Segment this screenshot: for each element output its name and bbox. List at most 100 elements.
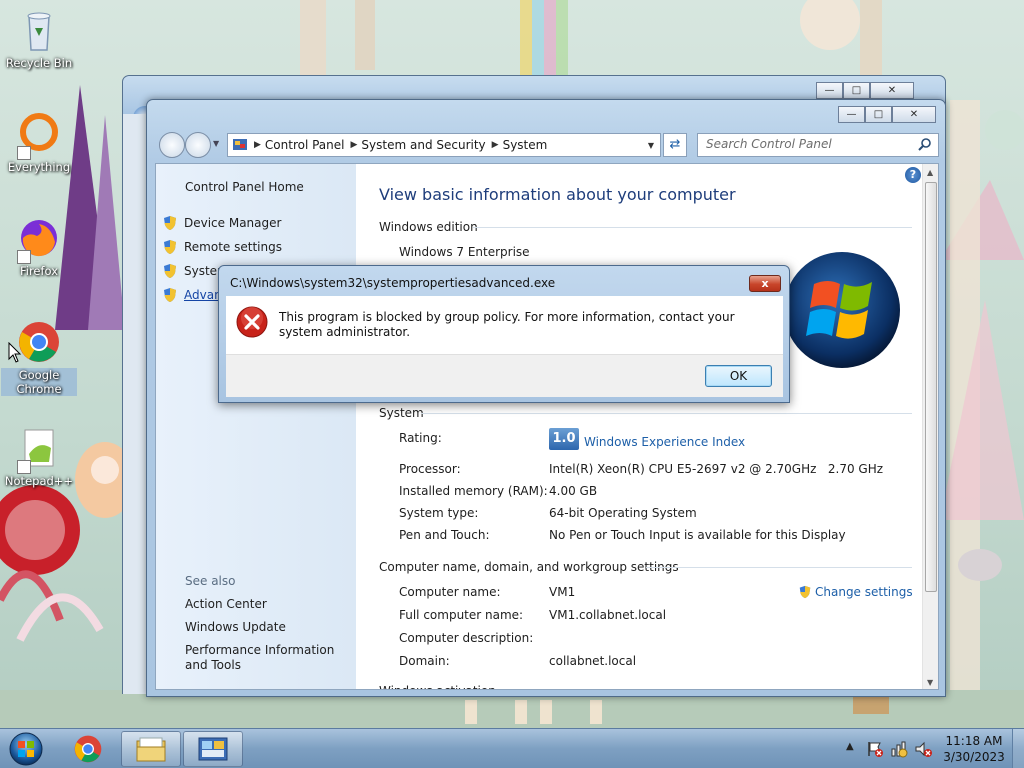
windows-edition-heading: Windows edition xyxy=(379,220,478,234)
windows-activation-heading: Windows activation xyxy=(379,682,496,689)
change-settings-link[interactable]: Change settings xyxy=(798,585,913,599)
computer-name-value: VM1 xyxy=(549,585,576,599)
shortcut-arrow-icon xyxy=(17,460,31,474)
everything-icon xyxy=(15,110,63,160)
desktop-icon-label: Notepad++ xyxy=(4,474,74,488)
control-panel-home-link[interactable]: Control Panel Home xyxy=(185,180,304,194)
shortcut-arrow-icon xyxy=(17,146,31,160)
full-computer-name-label: Full computer name: xyxy=(399,608,524,622)
maximize-button[interactable]: □ xyxy=(865,106,892,123)
address-bar[interactable]: ▶ Control Panel ▶ System and Security ▶ … xyxy=(227,133,661,157)
pen-touch-value: No Pen or Touch Input is available for t… xyxy=(549,528,846,542)
back-maximize-button[interactable]: □ xyxy=(843,82,870,99)
content-area: Control Panel Home Device Manager Remote… xyxy=(155,163,939,690)
background-window-body xyxy=(122,114,148,694)
shield-icon xyxy=(164,264,176,278)
back-arrow-button[interactable] xyxy=(159,132,185,158)
group-policy-error-dialog[interactable]: C:\Windows\system32\systempropertiesadva… xyxy=(218,265,790,403)
control-panel-icon xyxy=(233,139,247,150)
pen-touch-label: Pen and Touch: xyxy=(399,528,490,542)
refresh-button[interactable]: ⇄ xyxy=(663,133,687,157)
clock-time[interactable]: 11:18 AM xyxy=(940,734,1008,748)
computer-description-label: Computer description: xyxy=(399,631,534,645)
action-center-link[interactable]: Action Center xyxy=(185,597,355,612)
desktop-icon-notepad-plus-plus[interactable]: Notepad++ xyxy=(1,424,77,488)
clock-date[interactable]: 3/30/2023 xyxy=(940,750,1008,764)
error-icon xyxy=(236,306,268,338)
performance-information-link[interactable]: Performance Information and Tools xyxy=(185,643,355,673)
dialog-body: This program is blocked by group policy.… xyxy=(226,296,783,354)
dialog-title: C:\Windows\system32\systempropertiesadva… xyxy=(230,276,556,290)
processor-value: Intel(R) Xeon(R) CPU E5-2697 v2 @ 2.70GH… xyxy=(549,462,884,476)
minimize-button[interactable]: — xyxy=(838,106,865,123)
search-icon[interactable] xyxy=(918,137,932,151)
forward-arrow-button[interactable] xyxy=(185,132,211,158)
back-window-controls: — □ ✕ xyxy=(816,82,914,99)
section-divider xyxy=(421,413,912,414)
breadcrumb-control-panel[interactable]: Control Panel xyxy=(265,138,345,152)
desktop-icon-label: Recycle Bin xyxy=(5,56,73,70)
shield-icon xyxy=(799,585,811,599)
system-heading: System xyxy=(379,406,424,420)
address-dropdown-icon[interactable]: ▼ xyxy=(648,141,654,150)
domain-label: Domain: xyxy=(399,654,450,668)
windows-edition-value: Windows 7 Enterprise xyxy=(399,245,530,259)
window-controls: — □ ✕ xyxy=(838,106,936,123)
show-desktop-button[interactable] xyxy=(1012,729,1024,768)
windows-update-link[interactable]: Windows Update xyxy=(185,620,355,635)
windows-experience-index-link[interactable]: Windows Experience Index xyxy=(584,435,745,449)
search-input[interactable]: Search Control Panel xyxy=(697,133,939,157)
show-hidden-icons-chevron-icon[interactable]: ▲ xyxy=(846,741,854,752)
shortcut-arrow-icon xyxy=(17,250,31,264)
section-divider xyxy=(646,567,912,568)
domain-value: collabnet.local xyxy=(549,654,637,668)
desktop-icon-label: Everything xyxy=(7,160,71,174)
recent-pages-chevron-icon[interactable]: ▼ xyxy=(213,139,219,148)
taskbar: ▲ 11:18 AM 3/30/2023 xyxy=(0,728,1024,768)
control-panel-icon xyxy=(198,737,228,761)
firefox-icon xyxy=(15,214,63,264)
desktop-icon-everything[interactable]: Everything xyxy=(1,110,77,174)
navigation-bar: ▼ ▶ Control Panel ▶ System and Security … xyxy=(155,130,939,160)
start-button[interactable] xyxy=(4,730,48,768)
volume-muted-icon[interactable] xyxy=(914,740,932,758)
back-minimize-button[interactable]: — xyxy=(816,82,843,99)
wei-score-badge: 1.0 xyxy=(549,428,579,450)
breadcrumb-system[interactable]: System xyxy=(503,138,548,152)
windows-logo-icon xyxy=(784,252,900,368)
ok-button[interactable]: OK xyxy=(705,365,772,387)
scroll-up-arrow-icon[interactable]: ▲ xyxy=(927,168,933,177)
link-label: Device Manager xyxy=(184,216,282,230)
memory-value: 4.00 GB xyxy=(549,484,598,498)
computer-name-heading: Computer name, domain, and workgroup set… xyxy=(379,560,679,574)
desktop-icon-recycle-bin[interactable]: Recycle Bin xyxy=(1,6,77,70)
remote-settings-link[interactable]: Remote settings xyxy=(162,239,282,255)
desktop-icon-firefox[interactable]: Firefox xyxy=(1,214,77,278)
dialog-footer: OK xyxy=(226,354,783,397)
taskbar-explorer-button[interactable] xyxy=(121,731,181,767)
page-title: View basic information about your comput… xyxy=(379,185,736,204)
shield-icon xyxy=(164,216,176,230)
chrome-icon xyxy=(74,735,102,763)
dialog-close-button[interactable]: x xyxy=(749,275,781,292)
full-computer-name-value: VM1.collabnet.local xyxy=(549,608,667,622)
taskbar-chrome-button[interactable] xyxy=(58,731,118,767)
dialog-message: This program is blocked by group policy.… xyxy=(279,310,735,339)
help-button[interactable]: ? xyxy=(905,167,921,183)
close-button[interactable]: ✕ xyxy=(892,106,936,123)
link-label: Remote settings xyxy=(184,240,282,254)
action-center-flag-icon[interactable] xyxy=(866,740,884,758)
taskbar-control-panel-button[interactable] xyxy=(183,731,243,767)
breadcrumb-system-and-security[interactable]: System and Security xyxy=(361,138,485,152)
processor-label: Processor: xyxy=(399,462,461,476)
device-manager-link[interactable]: Device Manager xyxy=(162,215,281,231)
system-tray: ▲ 11:18 AM 3/30/2023 xyxy=(840,729,1024,768)
folder-icon xyxy=(136,737,166,762)
scroll-down-arrow-icon[interactable]: ▼ xyxy=(927,678,933,687)
network-icon[interactable] xyxy=(890,740,908,758)
vertical-scrollbar[interactable]: ▲ ▼ xyxy=(922,164,938,689)
back-close-button[interactable]: ✕ xyxy=(870,82,914,99)
change-settings-label: Change settings xyxy=(815,585,913,599)
scrollbar-thumb[interactable] xyxy=(925,182,937,592)
system-information-pane: View basic information about your comput… xyxy=(356,164,922,689)
